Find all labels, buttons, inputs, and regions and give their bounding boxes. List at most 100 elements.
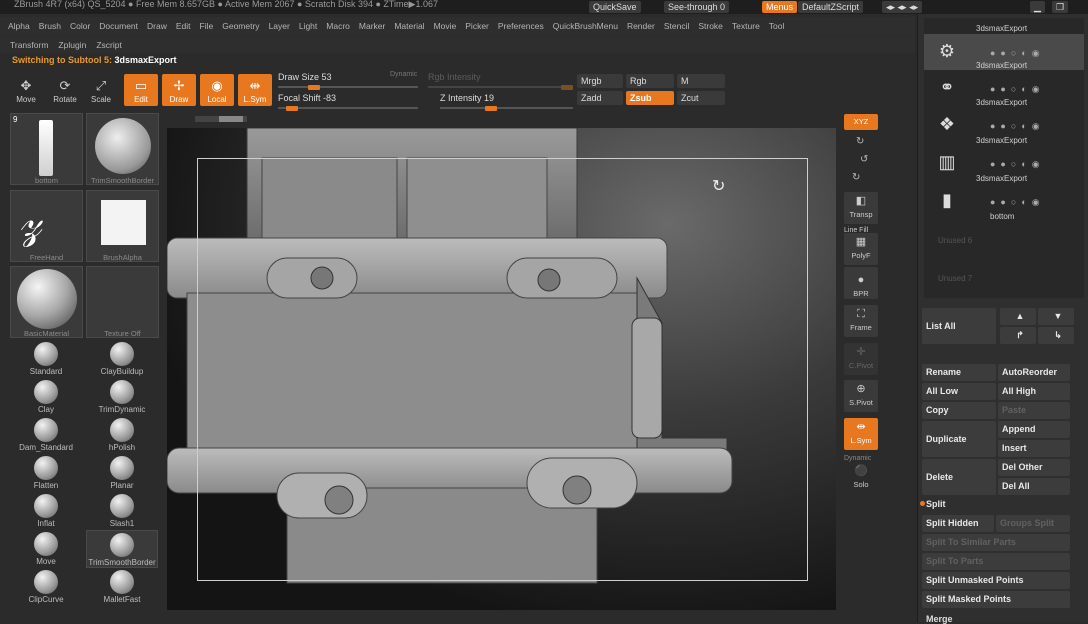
- menu-color[interactable]: Color: [70, 21, 90, 31]
- groups-split-button[interactable]: Groups Split: [996, 515, 1070, 532]
- autoreorder-button[interactable]: AutoReorder: [998, 364, 1070, 381]
- zadd-button[interactable]: Zadd: [577, 91, 623, 105]
- subtool-visibility-controls[interactable]: ●●○◐◉: [990, 121, 1045, 132]
- z-intensity-knob[interactable]: [485, 106, 497, 111]
- subtool-visibility-controls[interactable]: ●●○◐◉: [990, 48, 1045, 59]
- m-button[interactable]: M: [677, 74, 725, 88]
- merge-section-header[interactable]: Merge: [926, 614, 953, 624]
- lsym-button[interactable]: ⇹ L.Sym: [238, 74, 272, 106]
- rename-button[interactable]: Rename: [922, 364, 996, 381]
- menu-edit[interactable]: Edit: [176, 21, 191, 31]
- subtool-visibility-controls[interactable]: ●●○◐◉: [990, 84, 1045, 95]
- layout-arrows-icon[interactable]: ◂▸ ◂▸ ◂▸: [882, 1, 923, 13]
- move-button[interactable]: ✥ Move: [9, 74, 43, 106]
- brush-trimdynamic[interactable]: TrimDynamic: [86, 378, 158, 416]
- polyf-button[interactable]: ▦ PolyF: [844, 233, 878, 265]
- brush-planar[interactable]: Planar: [86, 454, 158, 492]
- del-all-button[interactable]: Del All: [998, 478, 1070, 495]
- rotate-z-icon[interactable]: ↺: [860, 154, 868, 165]
- brush-dam-standard[interactable]: Dam_Standard: [10, 416, 82, 454]
- menu-file[interactable]: File: [200, 21, 214, 31]
- split-section-header[interactable]: Split: [926, 499, 946, 509]
- menu-picker[interactable]: Picker: [465, 21, 489, 31]
- edit-button[interactable]: ▭ Edit: [124, 74, 158, 106]
- split-similar-parts-button[interactable]: Split To Similar Parts: [922, 534, 1070, 551]
- all-high-button[interactable]: All High: [998, 383, 1070, 400]
- zcut-button[interactable]: Zcut: [677, 91, 725, 105]
- brush-flatten[interactable]: Flatten: [10, 454, 82, 492]
- local-button[interactable]: ◉ Local: [200, 74, 234, 106]
- menu-stroke[interactable]: Stroke: [698, 21, 723, 31]
- menu-zscript[interactable]: Zscript: [96, 40, 122, 50]
- quicksave-button[interactable]: QuickSave: [589, 1, 641, 13]
- brush-claybuildup[interactable]: ClayBuildup: [86, 340, 158, 378]
- subtool-visibility-controls[interactable]: ●●○◐◉: [990, 197, 1045, 208]
- move-bottom-icon[interactable]: ↳: [1038, 327, 1074, 344]
- menu-macro[interactable]: Macro: [326, 21, 350, 31]
- zsub-button[interactable]: Zsub: [626, 91, 674, 105]
- menu-preferences[interactable]: Preferences: [498, 21, 544, 31]
- insert-button[interactable]: Insert: [998, 440, 1070, 457]
- see-through-slider[interactable]: See-through 0: [664, 1, 730, 13]
- brush-thumb[interactable]: TrimSmoothBorder: [86, 113, 159, 185]
- dynamic-label[interactable]: Dynamic: [390, 71, 417, 78]
- rotate-y-icon[interactable]: ↻: [856, 136, 864, 147]
- subtool-visibility-controls[interactable]: ●●○◐◉: [990, 159, 1045, 170]
- solo-button[interactable]: ⚫ Solo: [844, 462, 878, 494]
- split-masked-points-button[interactable]: Split Masked Points: [922, 591, 1070, 608]
- default-zscript-button[interactable]: DefaultZScript: [798, 1, 864, 13]
- brush-malletfast[interactable]: MalletFast: [86, 568, 158, 606]
- draw-size-knob[interactable]: [308, 85, 320, 90]
- unused-slot-7[interactable]: Unused 7: [938, 274, 972, 283]
- material-thumb[interactable]: BasicMaterial: [10, 266, 83, 338]
- spivot-button[interactable]: ⊕ S.Pivot: [844, 380, 878, 412]
- z-intensity-slider[interactable]: Z Intensity 19: [440, 93, 573, 111]
- menu-zplugin[interactable]: Zplugin: [58, 40, 86, 50]
- stroke-thumb[interactable]: 𝓏 FreeHand: [10, 190, 83, 262]
- rotate-button[interactable]: ⟳ Rotate: [48, 74, 82, 106]
- delete-button[interactable]: Delete: [922, 459, 996, 495]
- split-unmasked-points-button[interactable]: Split Unmasked Points: [922, 572, 1070, 589]
- dynamic-persp-label[interactable]: Dynamic: [844, 455, 871, 462]
- menu-document[interactable]: Document: [99, 21, 138, 31]
- menu-geometry[interactable]: Geometry: [222, 21, 259, 31]
- menu-layer[interactable]: Layer: [269, 21, 290, 31]
- menu-movie[interactable]: Movie: [434, 21, 457, 31]
- cpivot-button[interactable]: ✛ C.Pivot: [844, 343, 878, 375]
- menu-draw[interactable]: Draw: [147, 21, 167, 31]
- menus-button[interactable]: Menus: [762, 1, 798, 13]
- current-tool-thumb[interactable]: 9 bottom: [10, 113, 83, 185]
- menu-material[interactable]: Material: [394, 21, 424, 31]
- menu-stencil[interactable]: Stencil: [664, 21, 690, 31]
- menu-brush[interactable]: Brush: [39, 21, 61, 31]
- menu-quickbrushmenu[interactable]: QuickBrushMenu: [553, 21, 618, 31]
- right-lsym-button[interactable]: ⇹ L.Sym: [844, 418, 878, 450]
- xyz-button[interactable]: XYZ: [844, 114, 878, 130]
- focal-shift-knob[interactable]: [286, 106, 298, 111]
- list-all-button[interactable]: List All: [922, 308, 996, 344]
- menu-transform[interactable]: Transform: [10, 40, 48, 50]
- restore-icon[interactable]: ❐: [1052, 1, 1069, 13]
- unused-slot-6[interactable]: Unused 6: [938, 236, 972, 245]
- menu-tool[interactable]: Tool: [769, 21, 785, 31]
- brush-slash1[interactable]: Slash1: [86, 492, 158, 530]
- rgb-button[interactable]: Rgb: [626, 74, 674, 88]
- bpr-button[interactable]: ● BPR: [844, 267, 878, 299]
- texture-thumb[interactable]: Texture Off: [86, 266, 159, 338]
- brush-trimsmoothborder[interactable]: TrimSmoothBorder: [86, 530, 158, 568]
- move-up-icon[interactable]: ▲: [1000, 308, 1036, 325]
- brush-standard[interactable]: Standard: [10, 340, 82, 378]
- mrgb-button[interactable]: Mrgb: [577, 74, 623, 88]
- brush-move[interactable]: Move: [10, 530, 82, 568]
- menu-light[interactable]: Light: [299, 21, 317, 31]
- split-hidden-button[interactable]: Split Hidden: [922, 515, 994, 532]
- menu-texture[interactable]: Texture: [732, 21, 760, 31]
- paste-button[interactable]: Paste: [998, 402, 1070, 419]
- minimize-icon[interactable]: ▁: [1030, 1, 1045, 13]
- alpha-thumb[interactable]: BrushAlpha: [86, 190, 159, 262]
- copy-button[interactable]: Copy: [922, 402, 996, 419]
- rgb-intensity-slider[interactable]: Rgb Intensity: [428, 72, 573, 90]
- append-button[interactable]: Append: [998, 421, 1070, 438]
- move-top-icon[interactable]: ↱: [1000, 327, 1036, 344]
- focal-shift-slider[interactable]: Focal Shift -83: [278, 93, 418, 111]
